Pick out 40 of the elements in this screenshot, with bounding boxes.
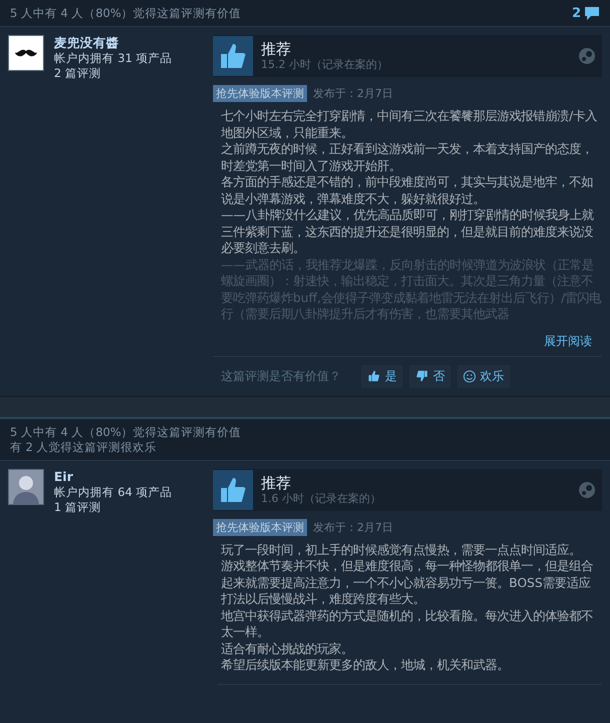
review-paragraph: 各方面的手感还是不错的，前中段难度尚可，其实与其说是地牢，不如说是小弹幕游戏，弹幕难度不大，躲好就很好过。 [221,174,594,207]
speech-bubble-icon [584,6,600,21]
helpful-summary: 有 2 人觉得这篇评测很欢乐 [10,440,158,454]
review-count[interactable]: 1 篇评测 [54,500,172,514]
review-paragraph: ——八卦牌没什么建议，优先高品质即可，刚打穿剧情的时候我身上就三件紫剩下蓝，这东西的提升还是很明显的，但是就目前的难度来说没必要刻意去刷。 [221,207,595,256]
helpful-summary: 5 人中有 4 人（80%）觉得这篇评测有价值 [10,6,242,21]
vote-button[interactable]: 否 [409,364,451,388]
review-paragraph: 适合有耐心挑战的玩家。 [221,640,354,657]
verdict-title[interactable]: 推荐 [261,40,578,58]
posted-date: 发布于：2月7日 [313,520,393,534]
review-paragraph: 地宫中获得武器弹药的方式是随机的，比较看脸。每次进入的体验都不太一样。 [221,608,594,640]
review-count[interactable]: 2 篇评测 [54,66,172,81]
mustache-icon [15,49,37,57]
vote-button[interactable]: 欢乐 [457,364,510,388]
read-more-link[interactable]: 展开阅读 [544,332,592,350]
thumbs-up-icon [367,369,381,383]
thumbs-down-icon [415,369,429,383]
author-name[interactable]: 麦兜没有醬 [54,35,172,51]
review-paragraph: 游戏整体节奏并不快，但是难度很高，每一种怪物都很单一，但是组合起来就需要提高注意力，一个不小心就容易功亏一篑。BOSS需要适应打法以后慢慢战斗，难度跨度有些大。 [221,558,594,608]
review-paragraph: 希望后续版本能更新更多的敌人，地城，机关和武器。 [221,657,510,674]
steam-icon [578,47,596,65]
avatar[interactable] [8,35,44,71]
vote-button[interactable]: 是 [361,364,403,388]
hours-on-record: 15.2 小时（记录在案的） [261,58,389,72]
review-paragraph: 玩了一段时间，初上手的时候感觉有点慢热，需要一点点时间适应。 [221,542,582,558]
early-access-badge: 抢先体验版本评测 [213,518,307,536]
posted-date: 发布于：2月7日 [313,86,393,101]
review-paragraph: 七个小时左右完全打穿剧情，中间有三次在饕餮那层游戏报错崩溃/卡入地图外区域，只能重来。 [221,108,598,141]
vote-prompt: 这篇评测是否有价值？ [221,368,341,384]
verdict-title[interactable]: 推荐 [261,474,578,492]
author-name[interactable]: Eir [54,468,172,484]
hours-on-record: 1.6 小时（记录在案的） [261,492,382,506]
product-count[interactable]: 帐户内拥有 31 项产品 [54,51,172,66]
product-count[interactable]: 帐户内拥有 64 项产品 [54,484,172,500]
comment-count[interactable]: 2 [572,6,581,21]
steam-icon [578,480,596,498]
smiley-icon [463,370,476,382]
early-access-badge: 抢先体验版本评测 [213,85,307,102]
helpful-summary: 5 人中有 4 人（80%）觉得这篇评测有价值 [10,424,242,440]
review-paragraph: 之前蹲无夜的时候，正好看到这游戏前一天发，本着支持国产的态度，时差党第一时间入了游戏开始肝。 [221,141,594,174]
